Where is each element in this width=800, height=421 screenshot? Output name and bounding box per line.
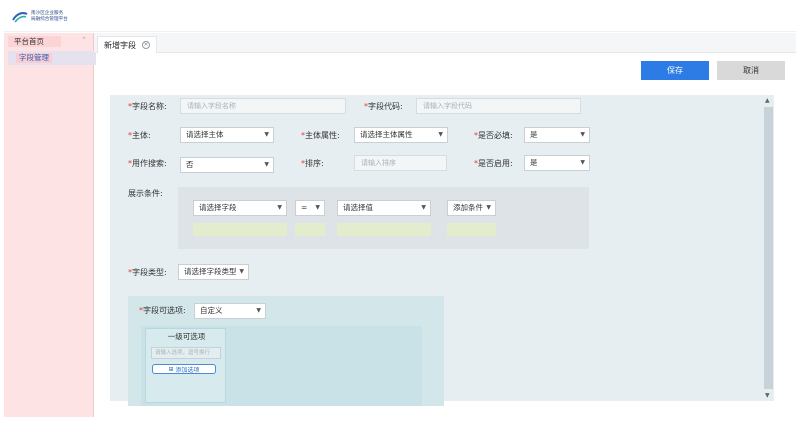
level-one-title: 一级可选项 — [167, 332, 206, 341]
scrollbar-thumb[interactable] — [764, 107, 773, 389]
plus-square-icon: ⊞ — [168, 365, 174, 373]
chevron-down-icon: ▼ — [264, 161, 269, 168]
field-code-input[interactable]: 请输入字段代码 — [416, 98, 581, 114]
chevron-down-icon: ▼ — [239, 268, 244, 275]
cond-value-select[interactable]: 请选择值 ▼ — [337, 200, 431, 216]
field-name-input[interactable]: 请输入字段名称 — [180, 98, 346, 114]
cond-operator-select[interactable]: = ▼ — [295, 200, 325, 216]
searchable-label: *用作搜索: — [128, 159, 167, 168]
save-button[interactable]: 保存 — [641, 61, 709, 80]
tab-label: 新增字段 — [104, 40, 136, 50]
level-one-options-card: 一级可选项 请输入选项，逗号换行 ⊞ 添加选项 — [145, 328, 226, 403]
chevron-down-icon: ▼ — [256, 307, 261, 314]
subject-label: *主体: — [128, 131, 151, 140]
field-name-label: *字段名称: — [128, 102, 167, 111]
top-header: 南沙区企业服务 局融综合管理平台 — [4, 4, 796, 32]
chevron-up-icon: ⌃ — [81, 36, 87, 44]
required-label: *是否必填: — [474, 131, 513, 140]
subject-attr-label: *主体属性: — [301, 131, 340, 140]
logo-icon — [12, 12, 28, 23]
sidebar-item-label: 字段管理 — [16, 53, 52, 63]
sort-label: *排序: — [301, 159, 324, 168]
sidebar-group-label: 平台首页 — [8, 36, 61, 47]
subject-select[interactable]: 请选择主体 ▼ — [180, 127, 274, 143]
sidebar-item-field-management[interactable]: 字段管理 — [8, 51, 96, 65]
options-mode-select[interactable]: 自定义 ▼ — [194, 303, 266, 319]
add-option-button[interactable]: ⊞ 添加选项 — [152, 364, 216, 374]
chevron-down-icon: ▼ — [438, 131, 443, 138]
cond-placeholder-field — [193, 223, 287, 236]
app-root: 南沙区企业服务 局融综合管理平台 平台首页 ⌃ 字段管理 新增字段 × 保存 取… — [0, 0, 800, 421]
close-icon[interactable]: × — [142, 41, 150, 49]
display-cond-box — [178, 187, 589, 249]
add-option-label: 添加选项 — [175, 366, 200, 374]
chevron-down-icon: ▼ — [580, 131, 585, 138]
chevron-down-icon: ▼ — [264, 131, 269, 138]
cond-placeholder-operator — [295, 223, 325, 236]
sidebar-group-home[interactable]: 平台首页 ⌃ — [8, 35, 91, 48]
field-type-select[interactable]: 请选择字段类型 ▼ — [178, 264, 249, 280]
field-code-label: *字段代码: — [364, 102, 403, 111]
enabled-label: *是否启用: — [474, 159, 513, 168]
scroll-down-icon[interactable]: ▼ — [765, 392, 770, 399]
sidebar: 平台首页 ⌃ 字段管理 — [4, 33, 96, 417]
cond-placeholder-value — [337, 223, 431, 236]
options-label: *字段可选项: — [139, 306, 186, 315]
scroll-up-icon[interactable]: ▲ — [765, 97, 770, 104]
chevron-down-icon: ▼ — [486, 204, 491, 211]
cond-placeholder-add — [447, 223, 496, 236]
add-condition-select[interactable]: 添加条件 ▼ — [447, 200, 496, 216]
required-select[interactable]: 是 ▼ — [524, 127, 590, 143]
field-type-label: *字段类型: — [128, 268, 167, 277]
chevron-down-icon: ▼ — [421, 204, 426, 211]
subject-attr-select[interactable]: 请选择主体属性 ▼ — [354, 127, 448, 143]
level-one-input[interactable]: 请输入选项，逗号换行 — [151, 347, 221, 359]
brand-logo[interactable]: 南沙区企业服务 局融综合管理平台 — [12, 11, 68, 23]
chevron-down-icon: ▼ — [277, 204, 282, 211]
cancel-button[interactable]: 取消 — [717, 61, 785, 80]
tab-bar: 新增字段 × — [94, 33, 796, 53]
chevron-down-icon: ▼ — [315, 204, 320, 211]
searchable-select[interactable]: 否 ▼ — [180, 157, 274, 173]
vertical-scrollbar[interactable]: ▲ ▼ — [763, 95, 774, 401]
logo-line-2: 局融综合管理平台 — [31, 17, 68, 22]
display-cond-label: 展示条件: — [128, 189, 163, 198]
cond-field-select[interactable]: 请选择字段 ▼ — [193, 200, 287, 216]
sort-input[interactable]: 请输入排序 — [354, 155, 447, 171]
tab-new-field[interactable]: 新增字段 × — [97, 36, 157, 53]
chevron-down-icon: ▼ — [580, 159, 585, 166]
enabled-select[interactable]: 是 ▼ — [524, 155, 590, 171]
